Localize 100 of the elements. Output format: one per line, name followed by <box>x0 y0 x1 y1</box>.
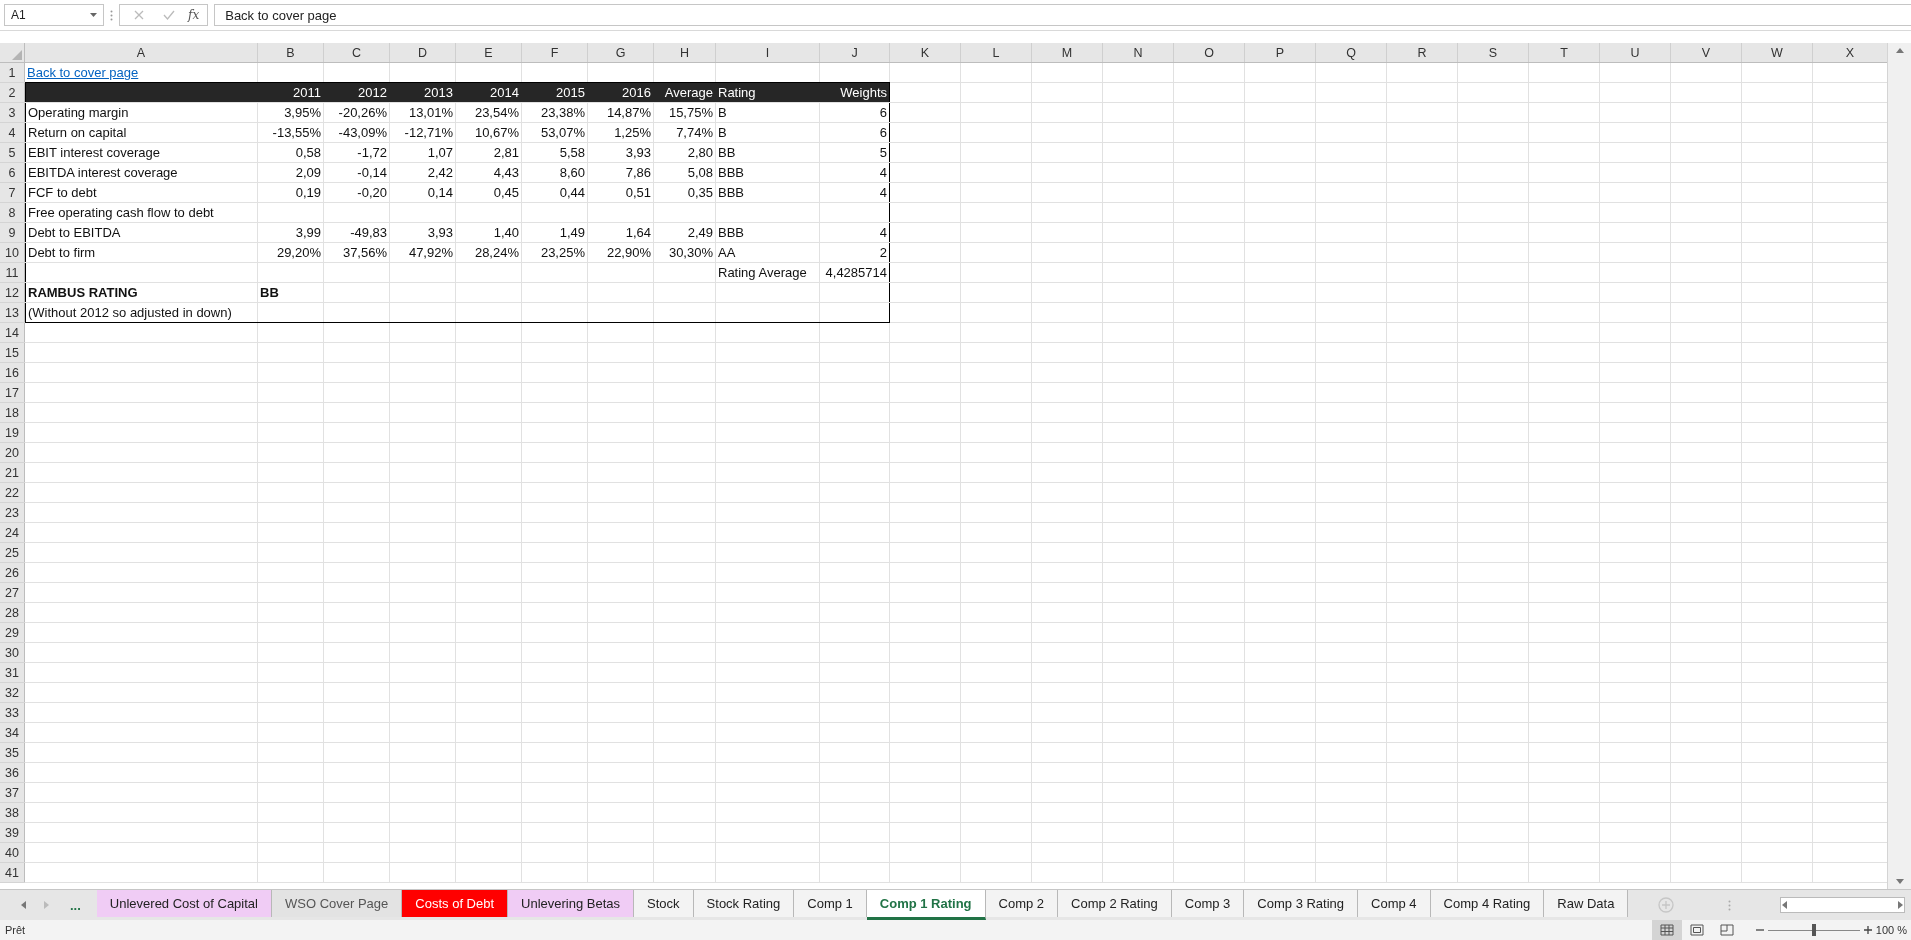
column-letter[interactable]: T <box>1529 43 1599 62</box>
row-number[interactable]: 13 <box>0 303 25 322</box>
previous-sheet-icon[interactable] <box>20 901 28 909</box>
sheet-tab[interactable]: Stock Rating <box>693 890 795 917</box>
zoom-in-icon[interactable] <box>1863 926 1872 934</box>
sheet-tab[interactable]: Comp 2 <box>985 890 1059 917</box>
column-letter[interactable]: O <box>1174 43 1244 62</box>
column-letter[interactable]: U <box>1600 43 1670 62</box>
column-letter[interactable]: E <box>456 43 521 62</box>
row-number[interactable]: 3 <box>0 103 25 122</box>
column-letter[interactable]: P <box>1245 43 1315 62</box>
column-letter[interactable]: S <box>1458 43 1528 62</box>
row-number[interactable]: 28 <box>0 603 25 622</box>
row-number[interactable]: 30 <box>0 643 25 662</box>
column-letter[interactable]: N <box>1103 43 1173 62</box>
zoom-thumb[interactable] <box>1811 924 1816 936</box>
row-number[interactable]: 10 <box>0 243 25 262</box>
row-number[interactable]: 31 <box>0 663 25 682</box>
column-letter[interactable]: R <box>1387 43 1457 62</box>
sheet-tab[interactable]: Comp 4 <box>1358 890 1431 917</box>
row-number[interactable]: 5 <box>0 143 25 162</box>
row-number[interactable]: 7 <box>0 183 25 202</box>
row-number[interactable]: 20 <box>0 443 25 462</box>
row-number[interactable]: 35 <box>0 743 25 762</box>
sheet-tab[interactable]: Raw Data <box>1544 890 1629 917</box>
insert-function-button[interactable]: fx <box>188 8 200 22</box>
name-box[interactable]: A1 <box>4 4 104 26</box>
scroll-down-icon[interactable] <box>1895 877 1904 885</box>
column-letter[interactable]: H <box>654 43 715 62</box>
check-icon[interactable] <box>163 10 175 20</box>
column-letter[interactable]: C <box>324 43 389 62</box>
sheet-tab[interactable]: Comp 4 Rating <box>1430 890 1545 917</box>
row-number[interactable]: 17 <box>0 383 25 402</box>
row-number[interactable]: 14 <box>0 323 25 342</box>
row-number[interactable]: 32 <box>0 683 25 702</box>
row-number[interactable]: 22 <box>0 483 25 502</box>
row-number[interactable]: 29 <box>0 623 25 642</box>
zoom-level[interactable]: 100 % <box>1875 924 1907 936</box>
row-number[interactable]: 12 <box>0 283 25 302</box>
sheet-tab[interactable]: Costs of Debt <box>402 890 509 917</box>
sheet-tab[interactable]: Comp 3 <box>1171 890 1245 917</box>
sheet-tab[interactable]: Comp 1 <box>794 890 867 917</box>
column-letter[interactable]: B <box>258 43 323 62</box>
row-number[interactable]: 11 <box>0 263 25 282</box>
sheet-tab[interactable]: Stock <box>634 890 694 917</box>
row-number[interactable]: 16 <box>0 363 25 382</box>
view-button[interactable] <box>1651 920 1682 940</box>
row-number[interactable]: 2 <box>0 83 25 102</box>
row-number[interactable]: 18 <box>0 403 25 422</box>
formula-field[interactable]: Back to cover page <box>214 4 1911 26</box>
row-number[interactable]: 41 <box>0 863 25 882</box>
horizontal-scrollbar[interactable] <box>1780 897 1905 913</box>
row-number[interactable]: 19 <box>0 423 25 442</box>
row-number[interactable]: 26 <box>0 563 25 582</box>
column-letter[interactable]: L <box>961 43 1031 62</box>
row-number[interactable]: 24 <box>0 523 25 542</box>
row-number[interactable]: 1 <box>0 63 25 82</box>
row-number[interactable]: 40 <box>0 843 25 862</box>
sheet-tab[interactable]: Comp 1 Rating <box>866 890 986 920</box>
column-letter[interactable]: I <box>716 43 819 62</box>
scroll-up-icon[interactable] <box>1895 47 1904 55</box>
zoom-out-icon[interactable] <box>1755 926 1764 934</box>
row-number[interactable]: 39 <box>0 823 25 842</box>
column-letter[interactable]: J <box>820 43 889 62</box>
row-number[interactable]: 25 <box>0 543 25 562</box>
row-number[interactable]: 34 <box>0 723 25 742</box>
column-letter[interactable]: D <box>390 43 455 62</box>
row-number[interactable]: 21 <box>0 463 25 482</box>
vertical-scrollbar[interactable] <box>1887 43 1911 889</box>
row-number[interactable]: 38 <box>0 803 25 822</box>
column-letter[interactable]: M <box>1032 43 1102 62</box>
scroll-left-icon[interactable] <box>1781 901 1789 909</box>
column-letter[interactable]: A <box>25 43 257 62</box>
table-cell-text: 2,09 <box>295 164 321 182</box>
row-number[interactable]: 6 <box>0 163 25 182</box>
sheet-tab[interactable]: Comp 3 Rating <box>1244 890 1359 917</box>
sheet-tab[interactable]: Comp 2 Rating <box>1058 890 1172 917</box>
row-number[interactable]: 36 <box>0 763 25 782</box>
row-number[interactable]: 9 <box>0 223 25 242</box>
more-sheets-button[interactable]: ... <box>64 897 87 913</box>
row-number[interactable]: 23 <box>0 503 25 522</box>
scroll-right-icon[interactable] <box>1896 901 1904 909</box>
sheet-tab[interactable]: Unlevering Betas <box>508 890 635 917</box>
page-break-icon <box>1719 924 1734 936</box>
row-number[interactable]: 15 <box>0 343 25 362</box>
column-letter[interactable]: F <box>522 43 587 62</box>
cover-page-link[interactable]: Back to cover page <box>27 63 139 82</box>
column-letter[interactable]: X <box>1813 43 1887 62</box>
row-number[interactable]: 8 <box>0 203 25 222</box>
column-letter[interactable]: G <box>588 43 653 62</box>
column-letter[interactable]: Q <box>1316 43 1386 62</box>
row-number[interactable]: 33 <box>0 703 25 722</box>
column-letter[interactable]: V <box>1671 43 1741 62</box>
column-letter[interactable]: W <box>1742 43 1812 62</box>
cancel-icon[interactable] <box>134 10 144 20</box>
column-letter[interactable]: K <box>890 43 960 62</box>
sheet-tab[interactable]: Unlevered Cost of Capital <box>96 890 272 917</box>
row-number[interactable]: 4 <box>0 123 25 142</box>
row-number[interactable]: 27 <box>0 583 25 602</box>
row-number[interactable]: 37 <box>0 783 25 802</box>
